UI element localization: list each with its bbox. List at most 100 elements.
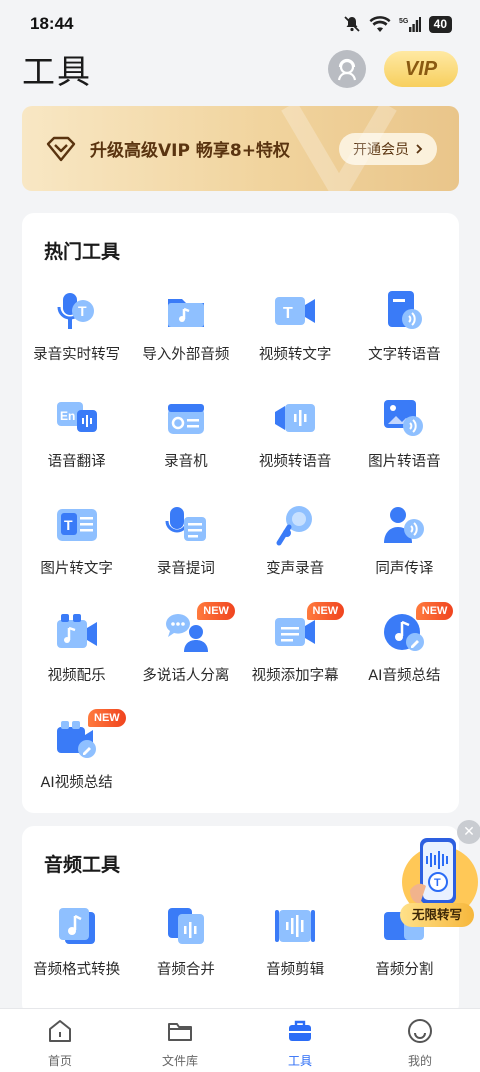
close-icon: ✕ — [463, 824, 475, 840]
chevron-right-icon — [416, 143, 423, 154]
tool-video-subtitle[interactable]: NEW 视频添加字幕 — [241, 602, 350, 709]
tool-label: AI音频总结 — [368, 668, 441, 684]
close-promo-button[interactable]: ✕ — [457, 820, 480, 844]
diamond-icon — [46, 136, 76, 161]
audio-cut-icon — [273, 904, 317, 948]
nav-label: 首页 — [47, 1054, 72, 1068]
tool-ai-video-summary[interactable]: NEW AI视频总结 — [22, 709, 131, 816]
tool-label: 图片转文字 — [40, 561, 113, 577]
tool-label: 音频分割 — [375, 962, 434, 978]
tool-teleprompter[interactable]: 录音提词 — [131, 495, 240, 602]
tool-label: 图片转语音 — [368, 454, 441, 470]
tool-video-to-audio[interactable]: 视频转语音 — [241, 388, 350, 495]
nav-item-profile[interactable]: 我的 — [360, 1009, 480, 1072]
svg-text:En: En — [60, 409, 75, 423]
svg-text:T: T — [434, 877, 441, 889]
header: 工具 VIP — [0, 44, 480, 94]
tool-label: 录音实时转写 — [33, 347, 121, 363]
tool-label: 音频剪辑 — [266, 962, 325, 978]
folder-icon — [166, 1017, 194, 1049]
nav-label: 我的 — [407, 1054, 432, 1068]
new-badge: NEW — [415, 602, 454, 620]
audio-merge-icon — [164, 904, 208, 948]
status-time: 18:44 — [30, 14, 74, 33]
header-actions: VIP — [328, 50, 458, 88]
image-to-text-icon: T — [55, 503, 99, 547]
status-bar: 18:44 5G 40 — [0, 0, 480, 48]
tool-label: 录音机 — [164, 454, 208, 470]
audio-tools-grid: 音频格式转换 音频合并 音频剪辑 音频分割 — [22, 896, 459, 1003]
tool-label: 视频添加字幕 — [251, 668, 339, 684]
tool-label: 同声传译 — [375, 561, 434, 577]
nav-item-folder[interactable]: 文件库 — [120, 1009, 240, 1072]
tool-video-music[interactable]: 视频配乐 — [22, 602, 131, 709]
nav-item-toolbox[interactable]: 工具 — [240, 1009, 360, 1072]
new-badge: NEW — [197, 602, 235, 620]
voice-translate-icon: En — [55, 396, 99, 440]
import-audio-icon — [164, 289, 208, 333]
hot-tools-title: 热门工具 — [44, 241, 121, 263]
promo-label: 无限转写 — [400, 903, 474, 927]
tool-image-to-speech[interactable]: 图片转语音 — [350, 388, 459, 495]
mute-icon — [344, 16, 360, 32]
status-icons: 5G 40 — [343, 15, 452, 33]
tool-text-to-speech[interactable]: 文字转语音 — [350, 281, 459, 388]
tool-import-audio[interactable]: 导入外部音频 — [131, 281, 240, 388]
voice-changer-icon — [273, 503, 317, 547]
teleprompter-icon — [164, 503, 208, 547]
bottom-nav: 首页 文件库 工具 我的 — [0, 1008, 480, 1072]
tool-label: 多说话人分离 — [142, 668, 230, 684]
new-badge: NEW — [306, 602, 345, 620]
hot-tools-card: 热门工具 T 录音实时转写 导入外部音频 T 视频转文字 文字转语音 En 语音翻译 录音机 视频… — [22, 213, 459, 813]
tool-label: AI视频总结 — [40, 775, 113, 791]
page-title: 工具 — [22, 52, 92, 91]
tool-audio-format[interactable]: 音频格式转换 — [22, 896, 131, 1003]
banner-decoration — [281, 106, 397, 191]
video-to-text-icon: T — [273, 289, 317, 333]
tool-voice-changer[interactable]: 变声录音 — [241, 495, 350, 602]
nav-label: 文件库 — [161, 1054, 198, 1068]
tool-simultaneous-interpret[interactable]: 同声传译 — [350, 495, 459, 602]
vip-button[interactable]: VIP — [384, 51, 458, 87]
svg-text:5G: 5G — [399, 18, 409, 25]
tool-speaker-separation[interactable]: NEW 多说话人分离 — [131, 602, 240, 709]
tool-image-to-text[interactable]: T 图片转文字 — [22, 495, 131, 602]
tool-label: 录音提词 — [156, 561, 215, 577]
home-icon — [46, 1017, 74, 1049]
image-to-speech-icon — [382, 396, 426, 440]
tool-voice-translate[interactable]: En 语音翻译 — [22, 388, 131, 495]
tool-recorder[interactable]: 录音机 — [131, 388, 240, 495]
text-to-speech-icon — [382, 289, 426, 333]
tool-label: 语音翻译 — [47, 454, 106, 470]
profile-icon — [406, 1017, 434, 1049]
tool-label: 视频转语音 — [258, 454, 332, 470]
tool-audio-cut[interactable]: 音频剪辑 — [241, 896, 350, 1003]
simultaneous-interpret-icon — [382, 503, 426, 547]
svg-text:T: T — [283, 305, 293, 322]
hot-tools-grid: T 录音实时转写 导入外部音频 T 视频转文字 文字转语音 En 语音翻译 录音机 视频转语音 图片… — [22, 281, 459, 816]
avatar[interactable] — [328, 50, 366, 88]
wifi-icon — [369, 15, 391, 32]
avatar-icon — [337, 58, 357, 81]
tool-label: 音频合并 — [156, 962, 215, 978]
nav-item-home[interactable]: 首页 — [0, 1009, 120, 1072]
vip-banner[interactable]: 升级高级VIP 畅享8+特权 开通会员 — [22, 106, 459, 191]
tool-label: 音频格式转换 — [33, 962, 121, 978]
tool-ai-audio-summary[interactable]: NEW AI音频总结 — [350, 602, 459, 709]
mic-transcribe-icon: T — [55, 289, 99, 333]
toolbox-icon — [286, 1017, 314, 1049]
tool-video-to-text[interactable]: T 视频转文字 — [241, 281, 350, 388]
video-to-audio-icon — [273, 396, 317, 440]
tool-label: 导入外部音频 — [142, 347, 230, 363]
tool-mic-transcribe[interactable]: T 录音实时转写 — [22, 281, 131, 388]
tool-audio-merge[interactable]: 音频合并 — [131, 896, 240, 1003]
tool-label: 文字转语音 — [368, 347, 441, 363]
audio-tools-card: 音频工具 音频格式转换 音频合并 音频剪辑 音频分割 — [22, 826, 459, 1016]
nav-label: 工具 — [287, 1054, 312, 1068]
audio-tools-title: 音频工具 — [44, 854, 121, 876]
battery-indicator: 40 — [428, 15, 452, 33]
audio-format-icon — [55, 904, 99, 948]
tool-label: 视频配乐 — [47, 668, 106, 684]
svg-text:T: T — [78, 303, 87, 319]
tool-label: 视频转文字 — [258, 347, 332, 363]
